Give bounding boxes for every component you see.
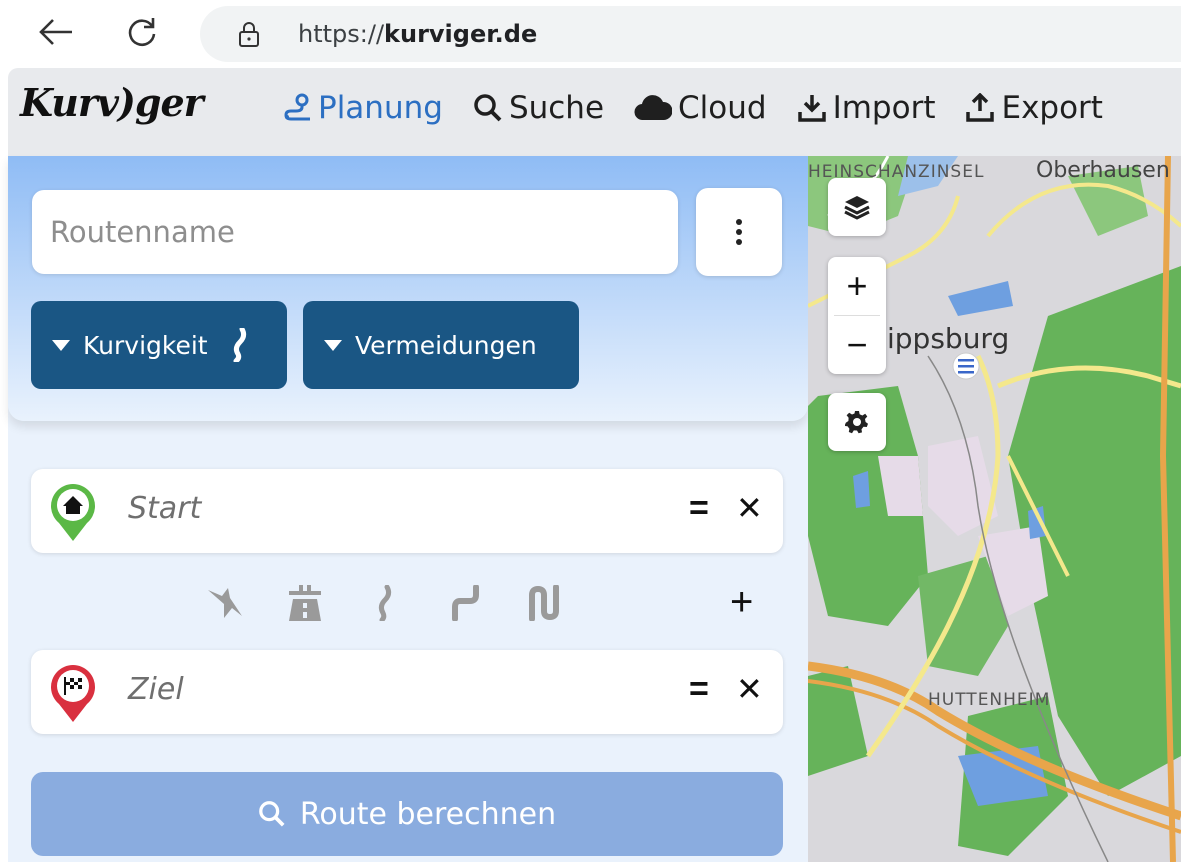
main-nav: Planung Suche Cloud Import Export [282, 90, 1103, 126]
app-header: Kurv)ger Planung Suche Cloud Import Expo… [8, 68, 1181, 156]
routename-input[interactable]: Routenname [32, 190, 678, 274]
arrow-left-icon [39, 19, 72, 45]
reload-button[interactable] [120, 10, 164, 54]
ziel-label: Ziel [128, 672, 184, 707]
nav-planung-label: Planung [318, 90, 443, 126]
destination-waypoint[interactable]: Ziel = ✕ [31, 650, 783, 734]
remove-start-button[interactable]: ✕ [736, 489, 763, 527]
start-waypoint[interactable]: Start = ✕ [31, 469, 783, 553]
map-label-philippsburg: ippsburg [887, 322, 1010, 355]
nav-export[interactable]: Export [965, 90, 1103, 126]
serpentine-road-icon [529, 585, 559, 621]
nav-cloud[interactable]: Cloud [634, 90, 767, 126]
add-waypoint-button[interactable]: + [730, 580, 753, 625]
super-curvy-mode-button[interactable] [523, 581, 567, 625]
browser-toolbar: https://kurviger.de [0, 0, 1181, 68]
drag-handle[interactable]: = [689, 670, 709, 709]
zoom-in-button[interactable]: + [828, 257, 886, 315]
fastest-mode-button[interactable] [203, 581, 247, 625]
address-bar[interactable]: https://kurviger.de [200, 6, 1181, 62]
map-label-huttenheim: HUTTENHEIM [928, 690, 1051, 710]
remove-destination-button[interactable]: ✕ [736, 670, 763, 708]
highway-mode-button[interactable] [283, 581, 327, 625]
highway-icon [289, 585, 321, 621]
zoom-out-button[interactable]: − [828, 316, 886, 374]
kurviger-logo[interactable]: Kurv)ger [20, 80, 204, 125]
download-icon [797, 95, 826, 122]
search-icon [259, 801, 285, 827]
start-label: Start [128, 491, 202, 526]
search-icon [474, 94, 502, 122]
zoom-control: + − [828, 257, 886, 374]
reload-icon [128, 18, 156, 47]
winding-road-icon [452, 585, 479, 621]
curvy-mode-button[interactable] [363, 581, 407, 625]
route-settings-panel: Routenname Kurvigkeit Vermeidungen [8, 156, 808, 421]
cloud-icon [634, 95, 673, 121]
calculate-route-button[interactable]: Route berechnen [31, 772, 783, 856]
curvy-road-icon [378, 585, 392, 621]
upload-icon [966, 93, 995, 122]
layers-button[interactable] [828, 178, 886, 236]
map-label-oberhausen: Oberhausen [1036, 158, 1170, 183]
gear-icon [845, 411, 868, 434]
more-options-button[interactable] [696, 188, 782, 276]
curvy-road-icon [233, 328, 246, 362]
vermeidungen-dropdown[interactable]: Vermeidungen [303, 301, 579, 389]
lock-icon [239, 22, 259, 47]
map-view[interactable]: HEINSCHANZINSEL Oberhausen ippsburg HUTT… [808, 156, 1181, 862]
extra-curvy-mode-button[interactable] [443, 581, 487, 625]
caret-down-icon [324, 340, 342, 351]
url-text: https://kurviger.de [298, 20, 538, 48]
map-settings-button[interactable] [828, 393, 886, 451]
route-icon [284, 93, 310, 121]
segment-mode-row [203, 581, 567, 625]
nav-suche-label: Suche [508, 90, 605, 126]
route-planner-sidebar: Routenname Kurvigkeit Vermeidungen Start… [8, 156, 808, 862]
back-button[interactable] [34, 10, 78, 54]
more-vertical-icon [736, 219, 742, 245]
kurvigkeit-label: Kurvigkeit [83, 330, 208, 360]
layers-icon [844, 196, 870, 220]
calculate-route-label: Route berechnen [299, 796, 557, 832]
nav-suche[interactable]: Suche [473, 90, 604, 126]
nav-import-label: Import [832, 90, 936, 126]
bird-icon [208, 588, 242, 618]
caret-down-icon [52, 340, 70, 351]
kurvigkeit-dropdown[interactable]: Kurvigkeit [31, 301, 287, 389]
drag-handle[interactable]: = [689, 489, 709, 528]
nav-export-label: Export [1001, 90, 1103, 126]
nav-planung[interactable]: Planung [282, 90, 443, 126]
nav-cloud-label: Cloud [678, 90, 767, 126]
start-pin-icon [51, 484, 95, 541]
vermeidungen-label: Vermeidungen [355, 330, 537, 360]
destination-pin-icon [51, 665, 95, 722]
nav-import[interactable]: Import [797, 90, 936, 126]
